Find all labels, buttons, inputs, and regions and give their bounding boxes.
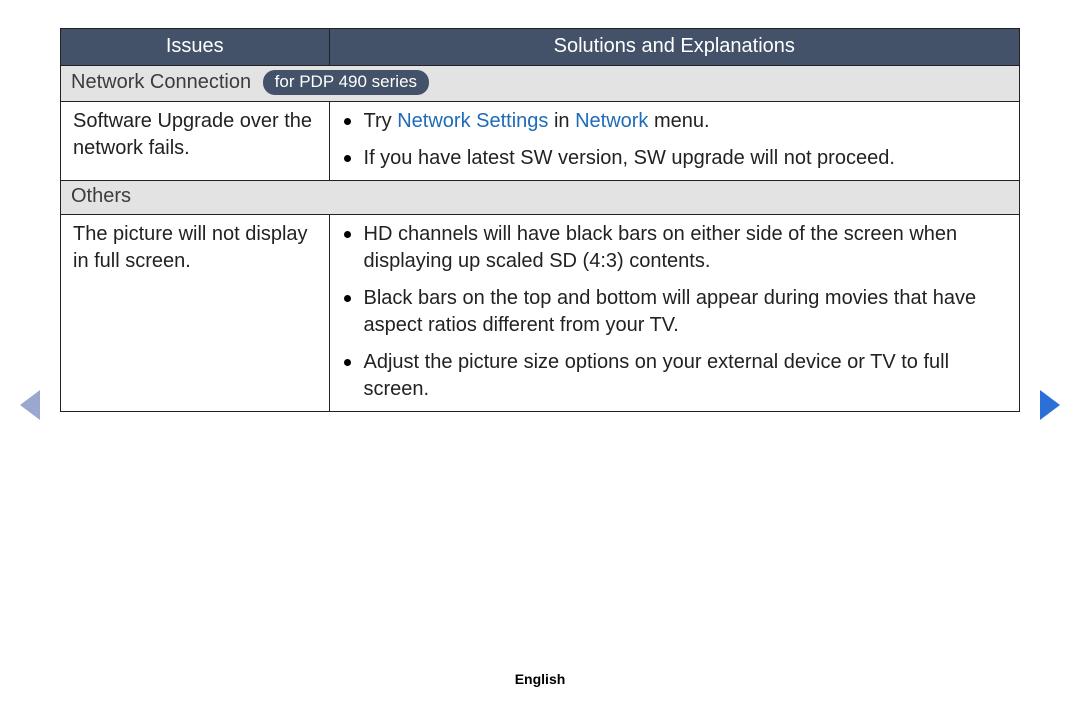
list-item: Black bars on the top and bottom will ap…	[360, 285, 1009, 339]
page-footer-language: English	[0, 671, 1080, 687]
section-title: Network Connection	[71, 71, 251, 93]
issue-cell: The picture will not display in full scr…	[61, 215, 330, 412]
solution-cell: HD channels will have black bars on eith…	[329, 215, 1019, 412]
prev-page-arrow[interactable]	[18, 388, 42, 422]
troubleshooting-table: Issues Solutions and Explanations Networ…	[60, 28, 1020, 412]
next-page-arrow[interactable]	[1038, 388, 1062, 422]
list-item: Try Network Settings in Network menu.	[360, 108, 1009, 135]
section-network-connection: Network Connection for PDP 490 series	[61, 66, 1020, 102]
model-badge: for PDP 490 series	[263, 70, 429, 95]
solution-cell: Try Network Settings in Network menu. If…	[329, 102, 1019, 181]
triangle-right-icon	[1038, 388, 1062, 422]
table-header-row: Issues Solutions and Explanations	[61, 29, 1020, 66]
issue-cell: Software Upgrade over the network fails.	[61, 102, 330, 181]
col-header-solutions: Solutions and Explanations	[329, 29, 1019, 66]
list-item: HD channels will have black bars on eith…	[360, 221, 1009, 275]
table-row: Software Upgrade over the network fails.…	[61, 102, 1020, 181]
section-others: Others	[61, 181, 1020, 215]
col-header-issues: Issues	[61, 29, 330, 66]
table-row: The picture will not display in full scr…	[61, 215, 1020, 412]
manual-page: Issues Solutions and Explanations Networ…	[0, 0, 1080, 705]
menu-ref: Network Settings	[397, 110, 548, 132]
section-title: Others	[61, 181, 1020, 215]
menu-ref: Network	[575, 110, 648, 132]
list-item: Adjust the picture size options on your …	[360, 349, 1009, 403]
triangle-left-icon	[18, 388, 42, 422]
list-item: If you have latest SW version, SW upgrad…	[360, 145, 1009, 172]
